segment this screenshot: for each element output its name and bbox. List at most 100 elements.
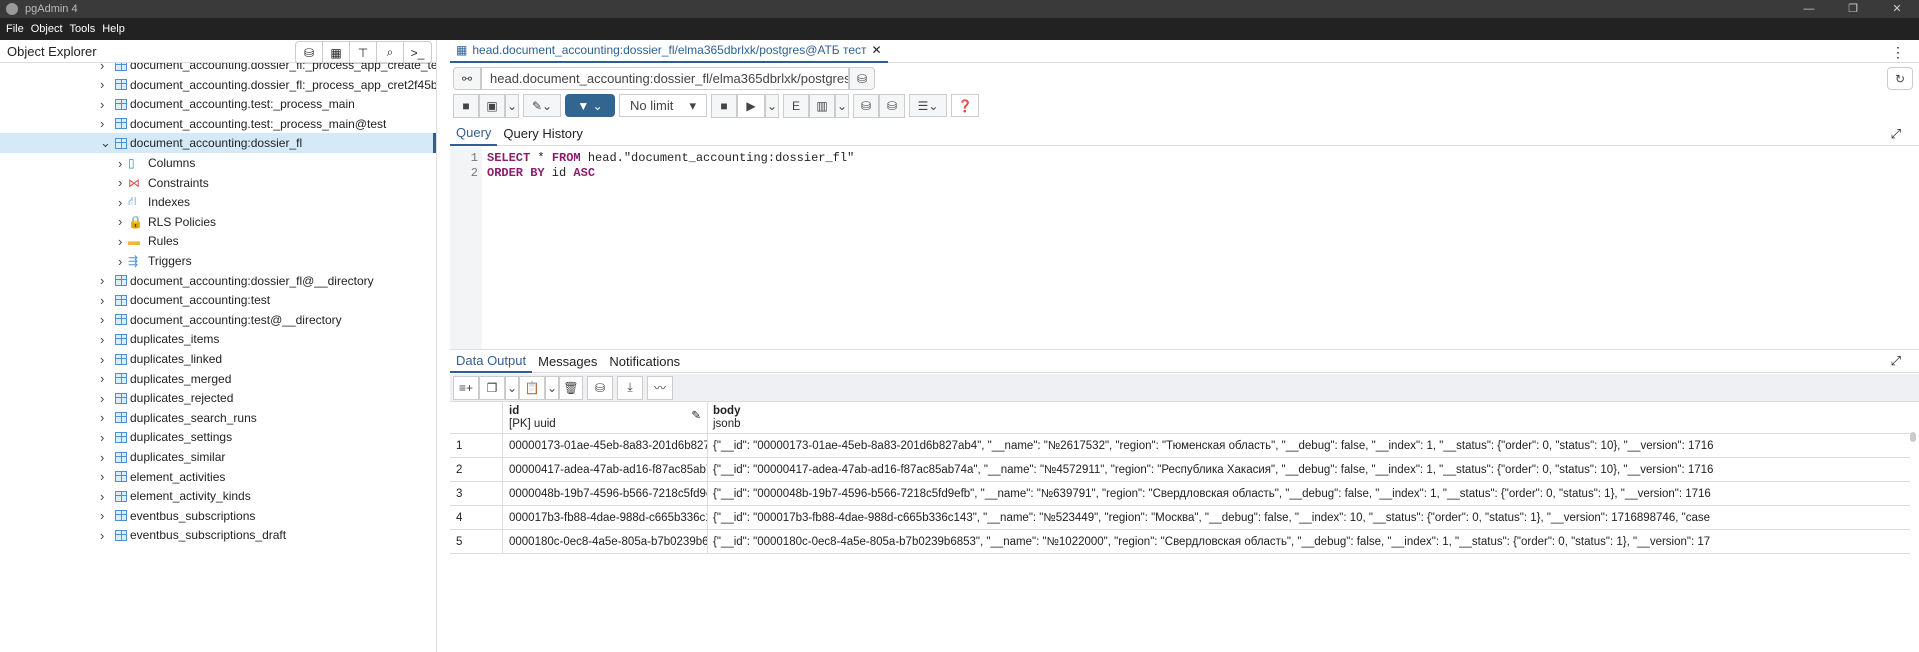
cell-body[interactable]: {"__id": "0000048b-19b7-4596-b566-7218c5… <box>708 482 1910 505</box>
tree-node[interactable]: › document_accounting:dossier_fl@__direct… <box>0 271 436 291</box>
tree-node[interactable]: › document_accounting.test:_process_main <box>0 94 436 114</box>
copy-dropdown-chevron-icon[interactable]: ⌄ <box>505 375 519 400</box>
refresh-icon[interactable]: ↻ <box>1887 67 1913 90</box>
chevron-right-icon[interactable]: › <box>100 410 104 425</box>
cell-id[interactable]: 00000173-01ae-45eb-8a83-201d6b827ab4 <box>503 434 708 457</box>
more-options-icon[interactable]: ⋮ <box>1891 44 1905 61</box>
column-header-id[interactable]: id [PK] uuid ✎ <box>503 402 708 433</box>
delete-trash-icon[interactable]: 🗑 <box>559 375 583 400</box>
tree-node[interactable]: › element_activities <box>0 467 436 487</box>
chevron-right-icon[interactable]: › <box>100 116 104 131</box>
tree-node[interactable]: › ▯ Columns <box>0 153 436 173</box>
cell-id[interactable]: 0000180c-0ec8-4a5e-805a-b7b0239b6853 <box>503 530 708 553</box>
connection-status-icon[interactable]: ⚯ <box>453 67 481 90</box>
close-tab-icon[interactable]: ✕ <box>872 43 882 57</box>
menu-tools[interactable]: Tools <box>70 23 96 35</box>
tab-query-tool[interactable]: ▦ head.document_accounting:dossier_fl/el… <box>450 40 888 63</box>
open-file-folder-icon[interactable]: ■ <box>453 94 479 118</box>
chevron-right-icon[interactable]: › <box>100 293 104 308</box>
tree-node[interactable]: › ⇶ Triggers <box>0 251 436 271</box>
chevron-right-icon[interactable]: › <box>100 97 104 112</box>
chevron-right-icon[interactable]: › <box>100 332 104 347</box>
tree-node[interactable]: › document_accounting:test@__directory <box>0 310 436 330</box>
cell-id[interactable]: 00000417-adea-47ab-ad16-f87ac85ab74a <box>503 458 708 481</box>
download-icon[interactable]: ⤓ <box>617 375 643 400</box>
tree-node[interactable]: › duplicates_rejected <box>0 388 436 408</box>
chevron-right-icon[interactable]: › <box>118 254 122 269</box>
menu-help[interactable]: Help <box>102 23 125 35</box>
help-icon[interactable]: ❓ <box>951 94 979 117</box>
chevron-right-icon[interactable]: › <box>118 214 122 229</box>
cell-id[interactable]: 0000048b-19b7-4596-b566-7218c5fd9efb <box>503 482 708 505</box>
chevron-right-icon[interactable]: › <box>100 450 104 465</box>
execute-dropdown-chevron-icon[interactable]: ⌄ <box>765 94 779 118</box>
close-window-button[interactable]: ✕ <box>1875 0 1919 18</box>
new-connection-database-icon[interactable]: ⛁ <box>849 67 875 90</box>
explain-analyze-chart-icon[interactable]: ▥ <box>809 94 835 118</box>
chevron-right-icon[interactable]: › <box>100 391 104 406</box>
macros-list-icon[interactable]: ☰⌄ <box>909 94 947 117</box>
explain-icon[interactable]: E <box>783 94 809 118</box>
explain-dropdown-chevron-icon[interactable]: ⌄ <box>835 94 849 118</box>
tab-messages[interactable]: Messages <box>532 350 603 373</box>
chevron-right-icon[interactable]: › <box>100 469 104 484</box>
chevron-right-icon[interactable]: › <box>100 77 104 92</box>
tree-node[interactable]: ⌄ document_accounting:dossier_fl <box>0 133 436 154</box>
save-dropdown-chevron-icon[interactable]: ⌄ <box>505 94 519 118</box>
tree-node[interactable]: › duplicates_linked <box>0 349 436 369</box>
chevron-right-icon[interactable]: › <box>100 489 104 504</box>
chevron-right-icon[interactable]: › <box>100 371 104 386</box>
save-file-icon[interactable]: ▣ <box>479 94 505 118</box>
terminal-icon[interactable]: >_ <box>404 42 431 63</box>
expand-output-icon[interactable]: ⤢ <box>1885 350 1907 373</box>
chevron-right-icon[interactable]: › <box>100 312 104 327</box>
paste-icon[interactable]: 📋 <box>519 375 545 400</box>
tab-query-history[interactable]: Query History <box>497 122 588 146</box>
chevron-right-icon[interactable]: › <box>118 156 122 171</box>
sql-editor[interactable]: 12 SELECT * FROM head."document_accounti… <box>450 147 1919 349</box>
chevron-right-icon[interactable]: › <box>100 63 104 73</box>
tab-data-output[interactable]: Data Output <box>450 350 533 373</box>
tree-node[interactable]: › duplicates_similar <box>0 447 436 467</box>
tab-notifications[interactable]: Notifications <box>603 350 686 373</box>
chevron-right-icon[interactable]: › <box>118 234 122 249</box>
graph-visualiser-icon[interactable]: 〰 <box>647 375 673 400</box>
chevron-right-icon[interactable]: › <box>100 528 104 543</box>
tree-node[interactable]: › 🔒 RLS Policies <box>0 212 436 232</box>
minimize-button[interactable]: — <box>1787 0 1831 18</box>
rows-limit-select[interactable]: No limit ▾ <box>619 94 707 117</box>
filter-icon[interactable]: ▼ ⌄ <box>565 94 615 117</box>
rollback-icon[interactable]: ⛁ <box>879 94 905 118</box>
menu-file[interactable]: File <box>6 23 24 35</box>
paste-dropdown-chevron-icon[interactable]: ⌄ <box>545 375 559 400</box>
commit-icon[interactable]: ⛁ <box>853 94 879 118</box>
tree-node[interactable]: › duplicates_items <box>0 329 436 349</box>
menu-object[interactable]: Object <box>31 23 63 35</box>
tree-node[interactable]: › ⋈ Constraints <box>0 173 436 193</box>
sql-code[interactable]: SELECT * FROM head."document_accounting:… <box>487 151 854 181</box>
maximize-button[interactable]: ❐ <box>1831 0 1875 18</box>
cell-body[interactable]: {"__id": "00000417-adea-47ab-ad16-f87ac8… <box>708 458 1910 481</box>
tree-node[interactable]: › element_activity_kinds <box>0 486 436 506</box>
table-row[interactable]: 1 00000173-01ae-45eb-8a83-201d6b827ab4 {"_… <box>450 434 1910 458</box>
tree-node[interactable]: › duplicates_settings <box>0 427 436 447</box>
tree-node[interactable]: › document_accounting:test <box>0 290 436 310</box>
table-row[interactable]: 5 0000180c-0ec8-4a5e-805a-b7b0239b6853 {"_… <box>450 530 1910 554</box>
tree-node[interactable]: › ▬ Rules <box>0 231 436 251</box>
cell-body[interactable]: {"__id": "00000173-01ae-45eb-8a83-201d6b… <box>708 434 1910 457</box>
query-tool-database-icon[interactable]: ⛁ <box>296 42 323 63</box>
chevron-down-icon[interactable]: ⌄ <box>100 135 111 151</box>
copy-icon[interactable]: ❐ <box>479 375 505 400</box>
tree-node[interactable]: › document_accounting.dossier_fl:_process… <box>0 63 436 75</box>
tree-node[interactable]: › document_accounting.test:_process_main@… <box>0 114 436 134</box>
view-data-table-icon[interactable]: ▦ <box>323 42 350 63</box>
table-row[interactable]: 2 00000417-adea-47ab-ad16-f87ac85ab74a {"_… <box>450 458 1910 482</box>
chevron-right-icon[interactable]: › <box>100 352 104 367</box>
grid-scrollbar[interactable] <box>1910 432 1916 442</box>
chevron-right-icon[interactable]: › <box>118 175 122 190</box>
tree-node[interactable]: › eventbus_subscriptions_draft <box>0 525 436 545</box>
tree-node[interactable]: › ⛙ Indexes <box>0 192 436 212</box>
column-header-body[interactable]: body jsonb <box>708 402 1910 433</box>
stop-icon[interactable]: ■ <box>711 94 737 118</box>
cell-body[interactable]: {"__id": "0000180c-0ec8-4a5e-805a-b7b023… <box>708 530 1910 553</box>
